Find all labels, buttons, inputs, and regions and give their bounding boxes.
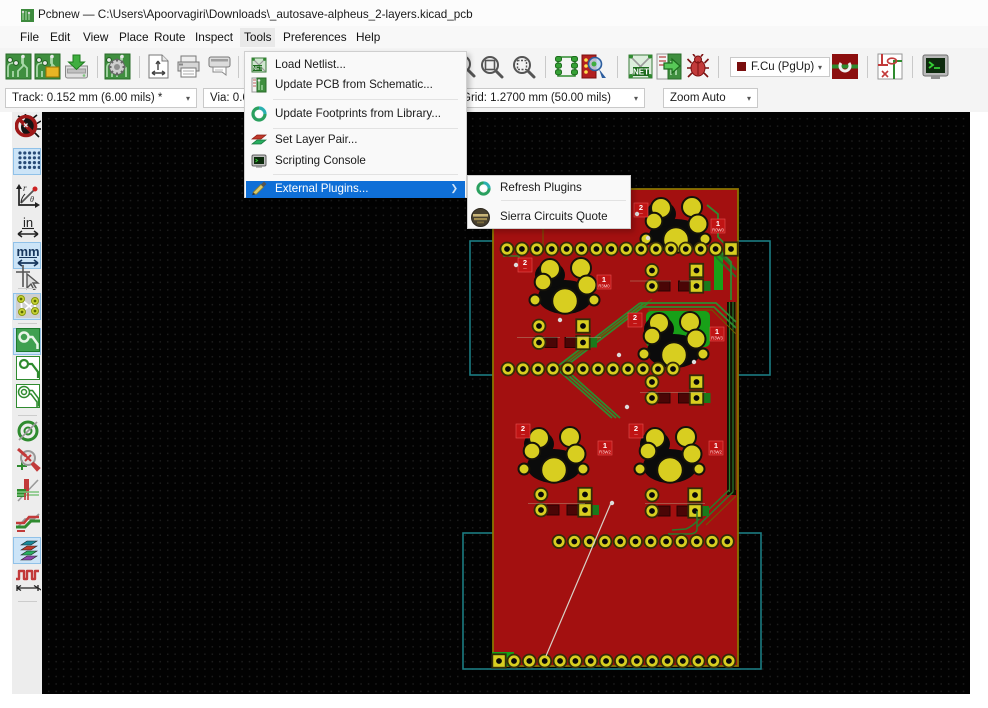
svg-text:mm: mm <box>16 244 39 259</box>
svg-text:R3W2: R3W2 <box>710 450 722 455</box>
svg-text:R3M0: R3M0 <box>598 284 610 289</box>
svg-text:·–·: ·–· <box>520 432 525 437</box>
svg-text:NET: NET <box>633 68 649 77</box>
svg-text:·–·: ·–· <box>638 211 643 216</box>
svg-text:·–·: ·–· <box>522 266 527 271</box>
svg-text:NET: NET <box>253 66 263 72</box>
svg-text:R0W0: R0W0 <box>712 228 724 233</box>
svg-text:r: r <box>23 183 27 193</box>
svg-text:·–·: ·–· <box>633 432 638 437</box>
svg-text:in: in <box>23 215 33 230</box>
svg-text:R3W3: R3W3 <box>711 336 723 341</box>
svg-text:·–·: ·–· <box>632 321 637 326</box>
svg-text:θ: θ <box>30 195 34 204</box>
svg-text:R3W2: R3W2 <box>599 450 611 455</box>
